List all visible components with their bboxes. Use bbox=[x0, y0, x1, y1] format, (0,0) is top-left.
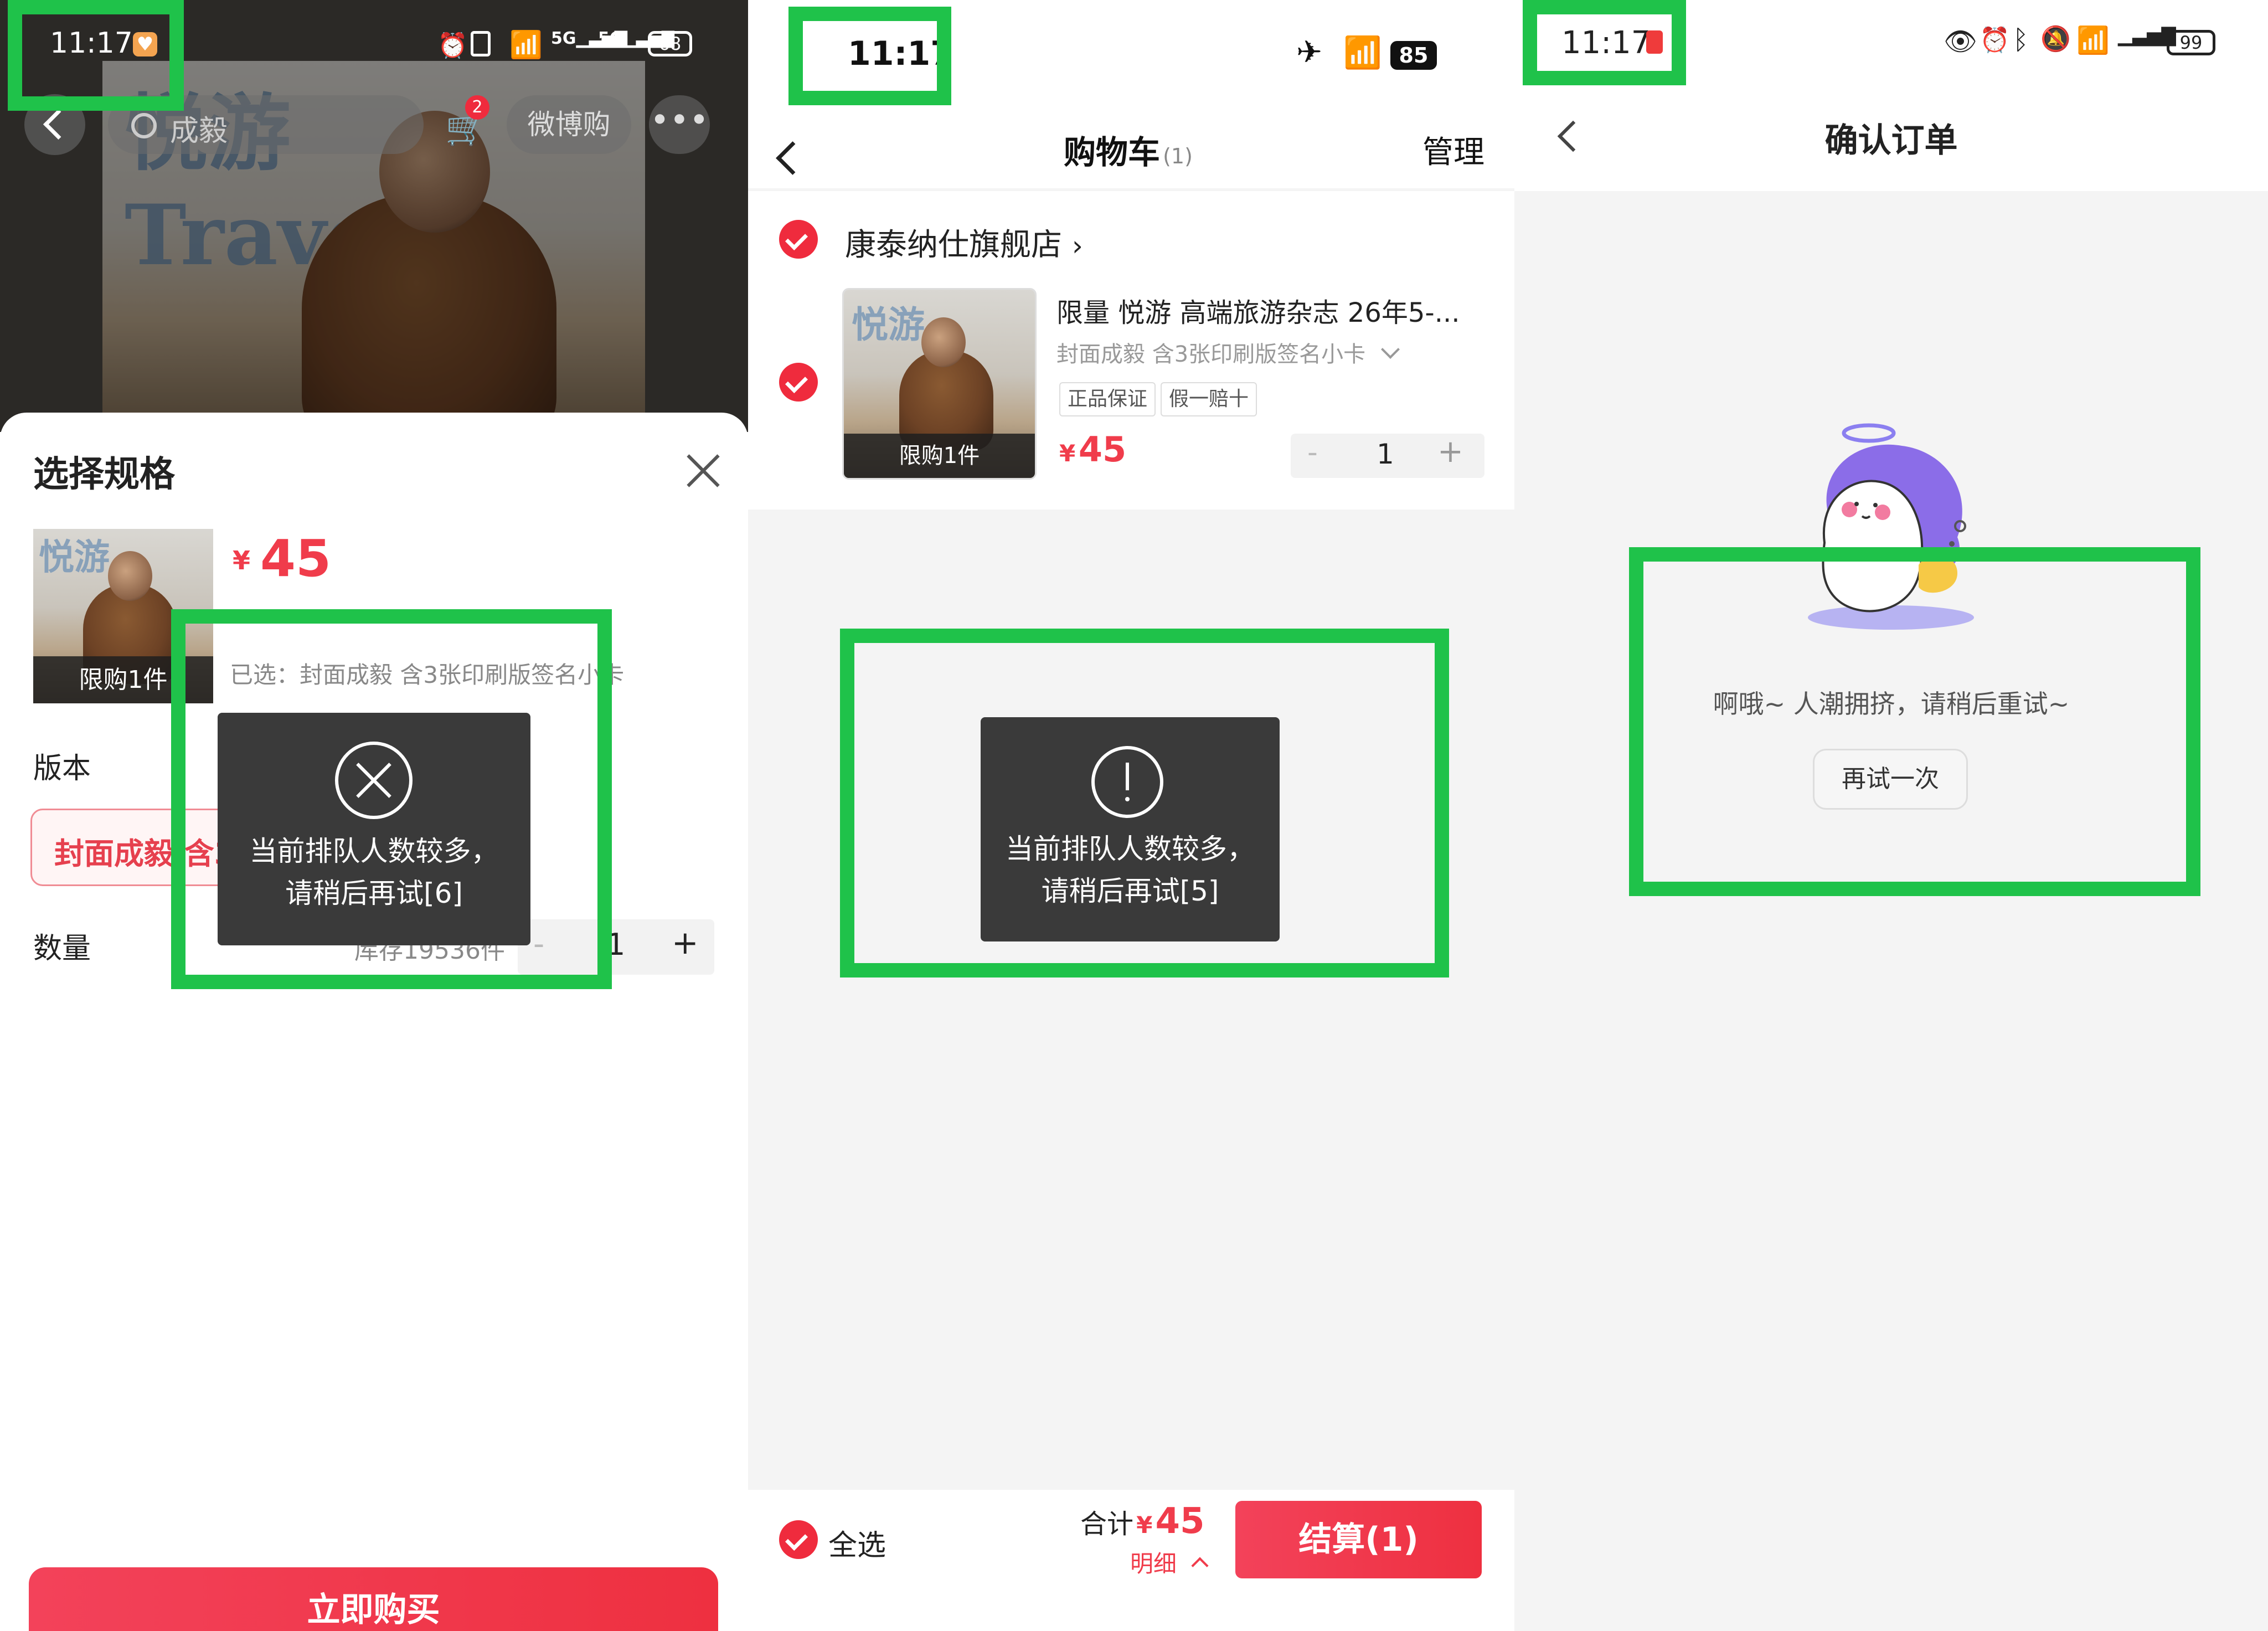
toast-message-line2: 请稍后再试[5] bbox=[1041, 875, 1219, 907]
chevron-up-icon bbox=[1191, 1557, 1209, 1575]
back-button[interactable] bbox=[773, 137, 810, 176]
airplane-icon: ✈ bbox=[1296, 34, 1322, 70]
cart-badge: 2 bbox=[465, 95, 489, 120]
total-symbol: ¥ bbox=[1136, 1511, 1153, 1539]
checkout-bar: 全选 合计 ¥ 45 明细 结算(1) bbox=[748, 1490, 1514, 1631]
battery-icon: 68 bbox=[648, 31, 692, 56]
limit-badge: 限购1件 bbox=[33, 656, 213, 703]
close-icon[interactable] bbox=[684, 451, 723, 490]
toast-message-line1: 当前排队人数较多， bbox=[249, 835, 499, 867]
manage-button[interactable]: 管理 bbox=[1422, 127, 1484, 172]
alarm-icon: ⏰ bbox=[1980, 26, 2010, 54]
spec-bottom-sheet: 选择规格 悦游 限购1件 ¥ 45 已选：封面成毅 含3张印刷版签名小卡 版本 … bbox=[0, 413, 748, 1631]
status-time: 11:17 bbox=[1561, 25, 1651, 61]
quantity-stepper[interactable]: - 1 + bbox=[1291, 434, 1484, 478]
price-symbol: ¥ bbox=[1059, 440, 1076, 467]
cart-store-card: 康泰纳仕旗舰店 › 悦游 限购1件 限量 悦游 高端旅游杂志 26年5-... … bbox=[748, 191, 1514, 510]
search-input[interactable]: 成毅 bbox=[108, 95, 424, 154]
battery-icon: 99 bbox=[2167, 30, 2215, 55]
queue-busy-toast: 当前排队人数较多， 请稍后再试[6] bbox=[218, 713, 530, 945]
price-value: 45 bbox=[1078, 429, 1127, 470]
detail-label: 明细 bbox=[1130, 1550, 1177, 1577]
item-thumbnail[interactable]: 悦游 限购1件 bbox=[842, 288, 1037, 480]
app-heart-icon: ♥ bbox=[133, 32, 157, 56]
authentic-tag: 正品保证 bbox=[1059, 382, 1156, 416]
shopping-cart-screen: 11:17 ✈ 📶 85 购物车 (1) 管理 康泰纳仕旗舰店 › 悦游 限购1… bbox=[748, 0, 1514, 1631]
store-name[interactable]: 康泰纳仕旗舰店 › bbox=[845, 220, 1083, 265]
item-name[interactable]: 限量 悦游 高端旅游杂志 26年5-... bbox=[1056, 291, 1460, 330]
chevron-left-icon bbox=[776, 141, 810, 175]
page-title: 购物车 (1) bbox=[1064, 126, 1193, 173]
toast-message-line1: 当前排队人数较多， bbox=[1006, 833, 1255, 865]
page-title-count: (1) bbox=[1163, 144, 1193, 168]
comparison-screenshot: 悦游 Traveler 11:17 ♥ ⏰ 📶 5G▁▃▅▇ 5G▁▃▅▇ 68… bbox=[0, 0, 2268, 1631]
qty-value[interactable]: 1 bbox=[1377, 438, 1394, 470]
bluetooth-icon: ᛒ bbox=[2013, 24, 2029, 55]
status-time: 11:17 bbox=[50, 27, 133, 60]
mute-icon: 🔕 bbox=[2040, 25, 2071, 53]
wifi-icon: 📶 bbox=[2076, 25, 2110, 56]
chevron-right-icon: › bbox=[1071, 230, 1083, 262]
store-checkbox[interactable] bbox=[779, 220, 818, 259]
item-checkbox[interactable] bbox=[779, 363, 818, 402]
select-all-checkbox[interactable] bbox=[779, 1520, 818, 1559]
more-button[interactable]: ••• bbox=[649, 95, 710, 154]
crowded-mascot-illustration bbox=[1791, 421, 1991, 631]
compensation-tag: 假一赔十 bbox=[1161, 382, 1257, 416]
sheet-title: 选择规格 bbox=[33, 454, 175, 495]
selected-spec-text: 已选：封面成毅 含3张印刷版签名小卡 bbox=[230, 661, 625, 688]
total-label: 合计 bbox=[1080, 1509, 1134, 1540]
chevron-down-icon bbox=[1380, 340, 1400, 359]
error-x-icon bbox=[335, 742, 413, 819]
buy-now-label: 立即购买 bbox=[307, 1591, 440, 1629]
price-symbol: ¥ bbox=[233, 546, 251, 575]
quantity-stepper[interactable]: - 1 + bbox=[518, 919, 714, 975]
product-thumbnail: 悦游 限购1件 bbox=[33, 529, 213, 703]
toast-message-line2: 请稍后再试[6] bbox=[285, 877, 463, 909]
search-placeholder: 成毅 bbox=[170, 115, 228, 148]
wifi-icon: 📶 bbox=[1343, 35, 1382, 71]
checkout-button[interactable]: 结算(1) bbox=[1235, 1501, 1482, 1578]
battery-icon: 85 bbox=[1390, 41, 1437, 70]
buy-now-button[interactable]: 立即购买 bbox=[29, 1567, 718, 1631]
qty-value[interactable]: 1 bbox=[606, 927, 625, 962]
status-time: 11:17 bbox=[848, 34, 953, 73]
item-price: ¥ 45 bbox=[1059, 429, 1126, 470]
chevron-left-icon bbox=[43, 109, 74, 140]
app-notification-icon bbox=[1646, 30, 1663, 54]
weibo-shop-button[interactable]: 微博购 bbox=[507, 95, 631, 154]
qty-plus-button[interactable]: + bbox=[1437, 434, 1463, 470]
search-icon bbox=[131, 113, 157, 138]
limit-badge: 限购1件 bbox=[844, 434, 1035, 478]
retry-button[interactable]: 再试一次 bbox=[1813, 749, 1968, 810]
page-title-text: 购物车 bbox=[1064, 133, 1161, 171]
qty-minus-button[interactable]: - bbox=[533, 926, 544, 962]
spec-selection-screen: 悦游 Traveler 11:17 ♥ ⏰ 📶 5G▁▃▅▇ 5G▁▃▅▇ 68… bbox=[0, 0, 748, 1631]
back-button[interactable] bbox=[24, 94, 85, 155]
item-spec-text: 封面成毅 含3张印刷版签名小卡 bbox=[1056, 342, 1366, 367]
detail-toggle[interactable]: 明细 bbox=[1130, 1545, 1209, 1579]
eye-icon: 👁 bbox=[1944, 26, 1977, 57]
quantity-label: 数量 bbox=[33, 932, 91, 965]
item-spec[interactable]: 封面成毅 含3张印刷版签名小卡 bbox=[1056, 336, 1400, 368]
version-label: 版本 bbox=[33, 752, 91, 785]
total-amount: 合计 ¥ 45 bbox=[1080, 1501, 1205, 1542]
qty-minus-button[interactable]: - bbox=[1307, 436, 1318, 469]
confirm-order-screen: 11:17 👁 ⏰ ᛒ 🔕 📶 ▁▃▅▇ 99 确认订单 啊哦~ 人潮拥挤，请稍… bbox=[1514, 0, 2268, 1631]
alarm-icon: ⏰ bbox=[437, 32, 468, 60]
store-name-text: 康泰纳仕旗舰店 bbox=[845, 227, 1062, 263]
cart-button[interactable]: 🛒 2 bbox=[432, 95, 493, 154]
queue-busy-toast: 当前排队人数较多， 请稍后再试[5] bbox=[981, 717, 1280, 941]
alert-exclamation-icon bbox=[1091, 746, 1163, 818]
product-photo-backdrop: 悦游 Traveler bbox=[0, 0, 748, 432]
page-title: 确认订单 bbox=[1824, 121, 1958, 160]
vibrate-icon bbox=[471, 31, 491, 56]
total-value: 45 bbox=[1155, 1501, 1205, 1542]
select-all-label[interactable]: 全选 bbox=[828, 1522, 886, 1563]
price-value: 45 bbox=[260, 529, 332, 588]
qty-plus-button[interactable]: + bbox=[672, 924, 699, 961]
wifi-icon: 📶 bbox=[509, 29, 543, 60]
error-message: 啊哦~ 人潮拥挤，请稍后重试~ bbox=[1713, 689, 2070, 719]
